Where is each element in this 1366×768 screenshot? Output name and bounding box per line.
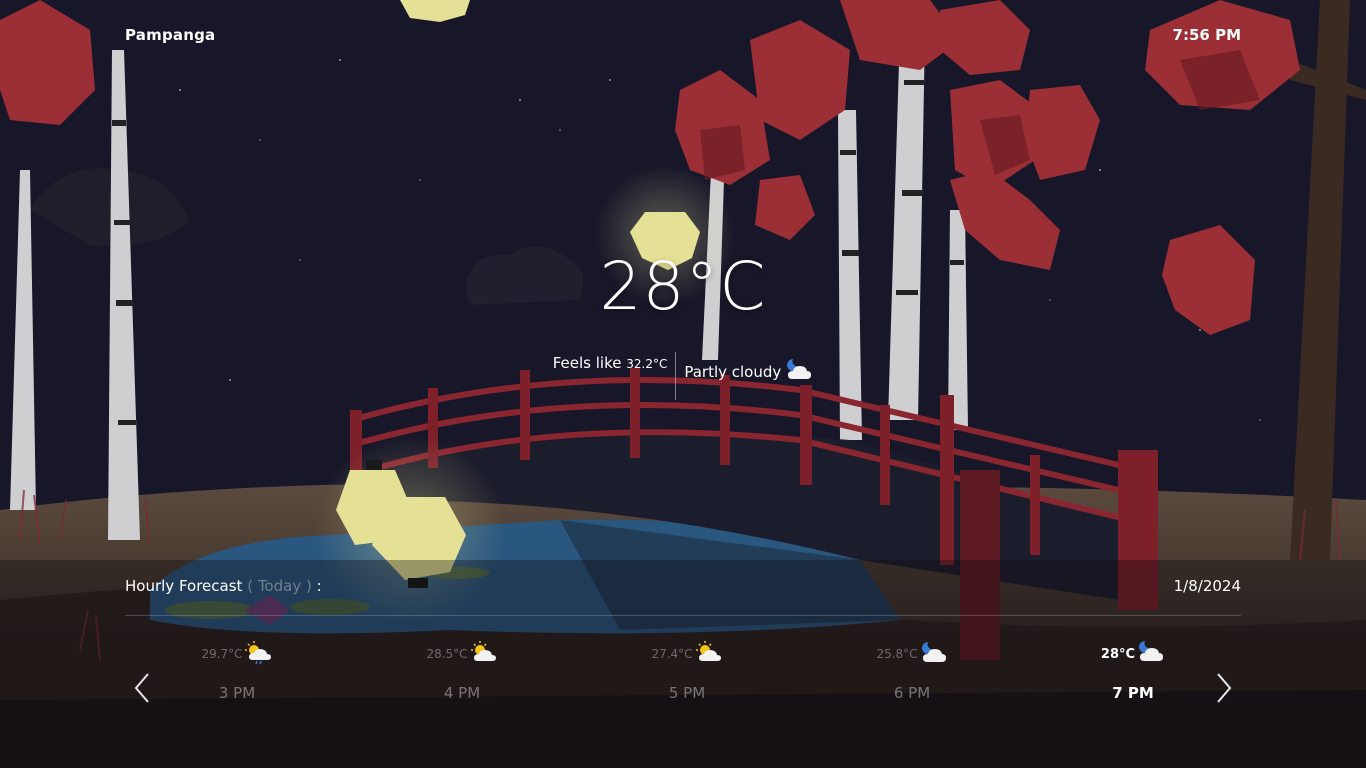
feels-like-number: 32.2 <box>626 357 653 371</box>
hour-temp-row: 28.5°C <box>402 640 522 668</box>
hour-temp: 27.4°C <box>651 647 693 661</box>
current-details: Feels like 32.2°C Partly cloudy <box>0 352 1366 400</box>
hour-temp: 28.5°C <box>426 647 468 661</box>
sun-cloud-icon <box>695 640 723 668</box>
hour-temp: 28°C <box>1100 646 1136 662</box>
moon-cloud-icon <box>920 641 948 668</box>
hour-label: 7 PM <box>1112 684 1154 702</box>
condition-text: Partly cloudy <box>684 363 782 381</box>
forecast-date: 1/8/2024 <box>1173 577 1241 595</box>
hour-label: 4 PM <box>443 684 481 702</box>
sun-cloud-rain-icon <box>244 640 273 668</box>
moon-cloud-icon <box>785 357 813 387</box>
hour-temp-row: 29.7°C <box>177 640 297 668</box>
hour-label: 5 PM <box>668 684 706 702</box>
hour-temp-row: 28°C <box>1073 640 1193 668</box>
hour-item-5pm[interactable]: 27.4°C 5 PM <box>627 640 747 702</box>
feels-like: Feels like 32.2°C <box>553 352 676 372</box>
hour-temp: 25.8°C <box>876 647 918 661</box>
hourly-list: 29.7°C 3 PM 28.5°C 4 PM 27.4°C 5 PM 25.8… <box>125 640 1241 720</box>
moon-cloud-icon <box>1137 640 1165 668</box>
hour-item-3pm[interactable]: 29.7°C 3 PM <box>177 640 297 702</box>
condition: Partly cloudy <box>676 352 813 387</box>
feels-like-value: 32.2°C <box>626 357 667 371</box>
hourly-title-text: Hourly Forecast <box>125 577 243 595</box>
hour-label: 3 PM <box>218 684 256 702</box>
hour-temp-row: 27.4°C <box>627 640 747 668</box>
hour-item-6pm[interactable]: 25.8°C 6 PM <box>852 640 972 702</box>
hourly-forecast-title: Hourly Forecast ( Today ) : <box>125 577 322 595</box>
current-time: 7:56 PM <box>1172 26 1241 44</box>
feels-like-unit: °C <box>652 357 668 371</box>
sun-cloud-icon <box>470 640 498 668</box>
hour-item-4pm[interactable]: 28.5°C 4 PM <box>402 640 522 702</box>
hourly-subtitle: ( Today ) <box>247 577 312 595</box>
hour-temp-row: 25.8°C <box>852 640 972 668</box>
hourly-divider <box>125 615 1241 616</box>
current-temperature: 28°C <box>599 248 767 325</box>
hour-item-7pm[interactable]: 28°C 7 PM <box>1073 640 1193 702</box>
location-name: Pampanga <box>125 26 216 44</box>
feels-like-label: Feels like <box>552 354 622 372</box>
hour-temp: 29.7°C <box>201 647 243 661</box>
hourly-colon: : <box>311 577 322 595</box>
hour-label: 6 PM <box>893 684 931 702</box>
